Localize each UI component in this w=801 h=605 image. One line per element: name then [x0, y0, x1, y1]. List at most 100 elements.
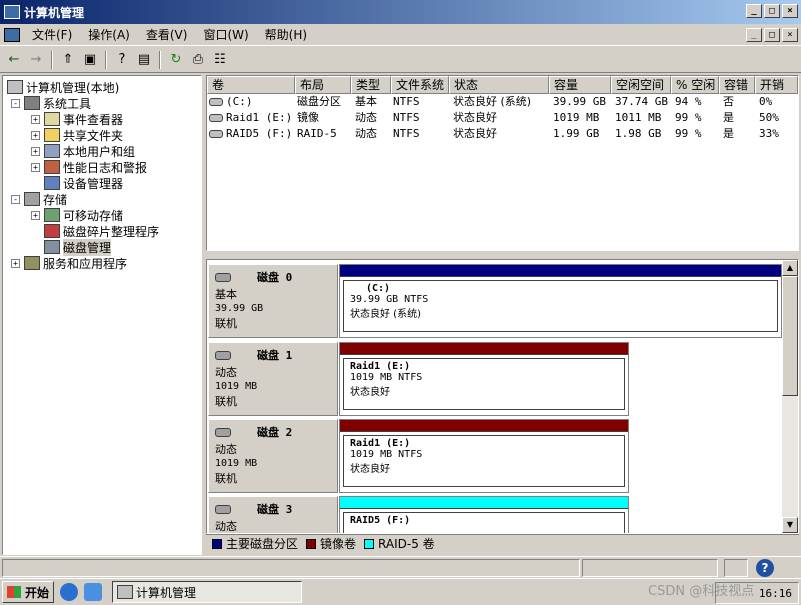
- tree-item-shared-folders[interactable]: + 共享文件夹: [31, 127, 123, 143]
- disk-graphical-view: 磁盘 0 基本 39.99 GB 联机 (C:) 39.99 GB NTFS 状…: [206, 259, 799, 534]
- tree-label: 共享文件夹: [63, 128, 124, 143]
- tree-item-removable[interactable]: + 可移动存储: [31, 207, 123, 223]
- properties-icon[interactable]: ?: [112, 50, 132, 70]
- disk-row[interactable]: 磁盘 1 动态 1019 MB 联机 Raid1 (E:) 1019 MB NT…: [207, 340, 784, 416]
- expand-toggle[interactable]: +: [11, 258, 20, 268]
- up-level-icon[interactable]: ⇑: [58, 50, 78, 70]
- removable-storage-icon: [44, 208, 60, 222]
- export-list-icon[interactable]: ⎙: [188, 50, 208, 70]
- expand-toggle[interactable]: +: [31, 114, 40, 124]
- tree-item-device-manager[interactable]: 设备管理器: [44, 175, 123, 191]
- show-hide-icon[interactable]: ▤: [134, 50, 154, 70]
- collapse-toggle[interactable]: -: [11, 194, 20, 204]
- toolbar-separator: [51, 50, 53, 69]
- back-arrow-icon[interactable]: ←: [4, 50, 24, 70]
- menu-view[interactable]: 查看(V): [138, 26, 196, 43]
- column-header[interactable]: 类型: [351, 76, 391, 94]
- column-header[interactable]: 容量: [549, 76, 611, 94]
- refresh-icon[interactable]: ↻: [166, 50, 186, 70]
- column-header[interactable]: 空闲空间: [611, 76, 671, 94]
- mirror-volume-bar: [340, 343, 628, 355]
- collapse-toggle[interactable]: -: [11, 98, 20, 108]
- menu-window[interactable]: 窗口(W): [195, 26, 256, 43]
- clock[interactable]: 16:16: [759, 587, 792, 600]
- partition-fs: 1019 MB NTFS: [350, 372, 423, 383]
- disk-info[interactable]: 磁盘 1 动态 1019 MB 联机: [208, 342, 338, 416]
- internet-explorer-icon[interactable]: [60, 583, 79, 601]
- tree-item-root[interactable]: 计算机管理(本地): [7, 79, 119, 95]
- help-icon[interactable]: ?: [756, 558, 774, 577]
- taskbar-item-computer-management[interactable]: 计算机管理: [112, 581, 303, 603]
- column-header[interactable]: 容错: [719, 76, 755, 94]
- tree-item-storage[interactable]: - 存储: [11, 191, 67, 207]
- disk-row[interactable]: 磁盘 0 基本 39.99 GB 联机 (C:) 39.99 GB NTFS 状…: [207, 262, 784, 338]
- tree-item-defrag[interactable]: 磁盘碎片整理程序: [44, 223, 159, 239]
- help-topics-icon[interactable]: ☷: [210, 50, 230, 70]
- document-icon[interactable]: [4, 27, 20, 42]
- vertical-scrollbar[interactable]: ▲ ▼: [782, 260, 798, 533]
- close-button[interactable]: ×: [782, 4, 798, 18]
- disk-state: 联机: [215, 395, 237, 408]
- disk-row[interactable]: 磁盘 2 动态 1019 MB 联机 Raid1 (E:) 1019 MB NT…: [207, 417, 784, 493]
- disk-state: 联机: [215, 472, 237, 485]
- column-header[interactable]: 布局: [295, 76, 351, 94]
- computer-management-icon: [4, 5, 20, 19]
- maximize-button[interactable]: □: [764, 4, 780, 18]
- disk-info[interactable]: 磁盘 2 动态 1019 MB 联机: [208, 419, 338, 493]
- scroll-up-icon[interactable]: ▲: [782, 260, 798, 276]
- partition-name: Raid1 (E:): [350, 438, 411, 449]
- legend-swatch: [212, 538, 222, 549]
- column-header[interactable]: 文件系统: [391, 76, 449, 94]
- partition-c[interactable]: (C:) 39.99 GB NTFS 状态良好 (系统): [339, 264, 782, 338]
- menu-action[interactable]: 操作(A): [80, 26, 138, 43]
- scroll-down-icon[interactable]: ▼: [782, 517, 798, 533]
- expand-toggle[interactable]: +: [31, 210, 40, 220]
- partition-raid1-e[interactable]: Raid1 (E:) 1019 MB NTFS 状态良好: [339, 419, 629, 493]
- forward-arrow-icon[interactable]: →: [26, 50, 46, 70]
- start-button[interactable]: 开始: [2, 581, 55, 603]
- partition-name: (C:): [366, 283, 391, 294]
- partition-raid1-e[interactable]: Raid1 (E:) 1019 MB NTFS 状态良好: [339, 342, 629, 416]
- title-bar: 计算机管理 _ □ ×: [0, 0, 801, 24]
- disk-name: 磁盘 3: [257, 503, 293, 516]
- partition-fs: 1019 MB NTFS: [350, 449, 423, 460]
- toolbar-separator: [105, 50, 107, 69]
- column-header[interactable]: 开销: [755, 76, 798, 94]
- tree-label: 本地用户和组: [63, 144, 136, 159]
- outlook-express-icon[interactable]: [84, 583, 103, 601]
- column-header[interactable]: % 空闲: [671, 76, 719, 94]
- minimize-button[interactable]: _: [746, 4, 762, 18]
- tree-item-local-users[interactable]: + 本地用户和组: [31, 143, 135, 159]
- disk-info[interactable]: 磁盘 3 动态: [208, 496, 338, 533]
- services-icon: [24, 256, 40, 270]
- disk-row[interactable]: 磁盘 3 动态 RAID5 (F:): [207, 494, 784, 533]
- menu-file[interactable]: 文件(F): [24, 26, 80, 43]
- expand-toggle[interactable]: +: [31, 130, 40, 140]
- type-cell: 基本: [355, 95, 377, 108]
- fs-cell: NTFS: [393, 95, 420, 108]
- tree-item-event-viewer[interactable]: + 事件查看器: [31, 111, 123, 127]
- disk-type: 动态: [215, 366, 237, 379]
- overhead-cell: 0%: [759, 95, 773, 108]
- expand-toggle[interactable]: +: [31, 146, 40, 156]
- legend-primary-label: 主要磁盘分区: [226, 537, 299, 551]
- show-tree-icon[interactable]: ▣: [80, 50, 100, 70]
- doc-minimize-button[interactable]: _: [746, 28, 762, 42]
- disk-info[interactable]: 磁盘 0 基本 39.99 GB 联机: [208, 264, 338, 338]
- status-cell: 状态良好: [453, 127, 497, 140]
- expand-toggle[interactable]: +: [31, 162, 40, 172]
- column-header[interactable]: 状态: [449, 76, 549, 94]
- tools-icon: [24, 96, 40, 110]
- doc-restore-button[interactable]: □: [764, 28, 780, 42]
- tree-item-disk-management[interactable]: 磁盘管理: [44, 238, 112, 256]
- capacity-cell: 39.99 GB: [553, 95, 606, 108]
- column-header[interactable]: 卷: [207, 76, 295, 94]
- menu-help[interactable]: 帮助(H): [257, 26, 315, 43]
- tree-item-perf-logs[interactable]: + 性能日志和警报: [31, 159, 147, 175]
- doc-close-button[interactable]: ×: [782, 28, 798, 42]
- tree-item-services[interactable]: + 服务和应用程序: [11, 255, 127, 271]
- partition-raid5-f[interactable]: RAID5 (F:): [339, 496, 629, 533]
- scroll-thumb[interactable]: [782, 276, 798, 396]
- mirror-volume-bar: [340, 420, 628, 432]
- tree-item-system-tools[interactable]: - 系统工具: [11, 95, 91, 111]
